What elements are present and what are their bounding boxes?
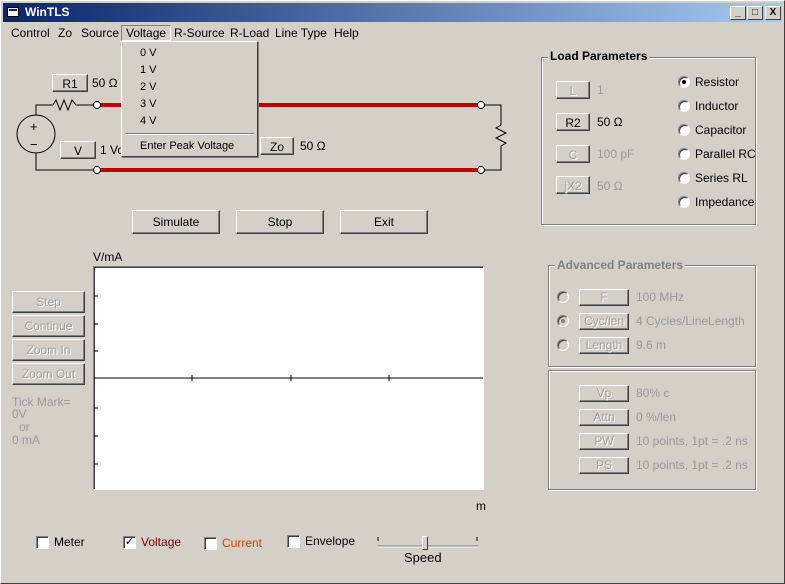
impedance-radio[interactable] bbox=[678, 196, 690, 208]
zoom-out-button[interactable]: Zoom Out bbox=[12, 363, 85, 385]
f-button[interactable]: F bbox=[579, 289, 629, 306]
speed-label: Speed bbox=[404, 550, 442, 565]
parallel-rc-radio[interactable] bbox=[678, 148, 690, 160]
plot-y-label: V/mA bbox=[93, 250, 123, 264]
r2-value: 50 Ω bbox=[597, 115, 623, 129]
series-rl-label[interactable]: Series RL bbox=[695, 171, 748, 185]
voltage-option-2v[interactable]: 2 V bbox=[140, 81, 157, 93]
step-button[interactable]: Step bbox=[12, 291, 85, 313]
plot-x-label: m bbox=[476, 499, 486, 513]
resistor-radio[interactable] bbox=[678, 76, 690, 88]
l-value: 1 bbox=[597, 83, 604, 97]
pw-button[interactable]: PW bbox=[579, 433, 629, 450]
zo-button[interactable]: Zo bbox=[260, 137, 294, 155]
attn-button[interactable]: Attn bbox=[579, 409, 629, 426]
l-button[interactable]: L bbox=[556, 81, 590, 99]
parallel-rc-label[interactable]: Parallel RC bbox=[695, 147, 756, 161]
terminal-bottom-right bbox=[477, 166, 485, 174]
f-radio[interactable] bbox=[557, 291, 569, 303]
tick-mark-or: or bbox=[19, 420, 30, 434]
attn-value: 0 %/len bbox=[636, 410, 677, 424]
speed-slider-thumb[interactable] bbox=[422, 536, 428, 550]
r1-value: 50 Ω bbox=[92, 76, 118, 90]
length-button[interactable]: Length bbox=[579, 337, 629, 354]
c-button[interactable]: C bbox=[556, 145, 590, 163]
terminal-top-left bbox=[93, 101, 101, 109]
pw-value: 10 points, 1pt = .2 ns bbox=[636, 434, 748, 448]
meter-checkbox[interactable] bbox=[36, 536, 49, 549]
series-rl-radio[interactable] bbox=[678, 172, 690, 184]
simulate-button[interactable]: Simulate bbox=[132, 210, 220, 234]
voltage-label[interactable]: Voltage bbox=[141, 535, 181, 549]
load-bottom-wire bbox=[485, 146, 502, 171]
voltage-checkbox[interactable]: ✓ bbox=[123, 536, 136, 549]
stop-button[interactable]: Stop bbox=[236, 210, 324, 234]
f-value: 100 MHz bbox=[636, 290, 685, 304]
length-radio[interactable] bbox=[557, 339, 569, 351]
plot-axes bbox=[94, 295, 483, 465]
envelope-checkbox[interactable] bbox=[287, 535, 300, 548]
r2-button[interactable]: R2 bbox=[556, 113, 590, 131]
source-plus-sign: + bbox=[30, 119, 38, 134]
terminal-bottom-left bbox=[93, 166, 101, 174]
jx2-value: 50 Ω bbox=[597, 179, 623, 193]
tick-mark-current: 0 mA bbox=[12, 433, 41, 447]
source-minus-sign: − bbox=[30, 137, 38, 152]
tick-mark-voltage: 0V bbox=[12, 407, 27, 421]
ps-button[interactable]: PS bbox=[579, 457, 629, 474]
voltage-option-3v[interactable]: 3 V bbox=[140, 98, 157, 110]
voltage-option-1v[interactable]: 1 V bbox=[140, 64, 157, 76]
waveform-plot[interactable] bbox=[93, 266, 484, 490]
voltage-option-4v[interactable]: 4 V bbox=[140, 115, 157, 127]
v-button[interactable]: V bbox=[60, 141, 96, 159]
vp-button[interactable]: Vp bbox=[579, 385, 629, 402]
load-resistor-symbol bbox=[494, 124, 508, 147]
exit-button[interactable]: Exit bbox=[340, 210, 428, 234]
load-top-wire bbox=[485, 104, 502, 125]
source-top-wire bbox=[35, 104, 53, 115]
meter-label[interactable]: Meter bbox=[54, 535, 85, 549]
load-parameters-title: Load Parameters bbox=[548, 49, 650, 63]
resistor-label[interactable]: Resistor bbox=[695, 75, 739, 89]
c-value: 100 pF bbox=[597, 147, 635, 161]
length-value: 9.6 m bbox=[636, 338, 667, 352]
zo-value: 50 Ω bbox=[300, 139, 326, 153]
advanced-parameters-title: Advanced Parameters bbox=[555, 258, 686, 272]
ps-value: 10 points, 1pt = .2 ns bbox=[636, 458, 748, 472]
main-window: WinTLS _ □ X Control Zo Source Voltage R… bbox=[0, 0, 785, 584]
menu-separator bbox=[125, 133, 254, 135]
voltage-dropdown-menu: 0 V 1 V 2 V 3 V 4 V Enter Peak Voltage bbox=[121, 41, 258, 157]
vp-value: 80% c bbox=[636, 386, 670, 400]
voltage-option-0v[interactable]: 0 V bbox=[140, 47, 157, 59]
current-checkbox[interactable] bbox=[204, 537, 217, 550]
terminal-top-right bbox=[477, 101, 485, 109]
r1-button[interactable]: R1 bbox=[52, 74, 88, 92]
cyc-len-value: 4 Cycles/LineLength bbox=[636, 314, 745, 328]
enter-peak-voltage-option[interactable]: Enter Peak Voltage bbox=[140, 140, 234, 152]
capacitor-label[interactable]: Capacitor bbox=[695, 123, 746, 137]
envelope-label[interactable]: Envelope bbox=[305, 534, 355, 548]
zoom-in-button[interactable]: Zoom In bbox=[12, 339, 85, 361]
jx2-button[interactable]: jX2 bbox=[556, 176, 590, 194]
cyc-len-button[interactable]: Cyc/len bbox=[579, 313, 629, 330]
continue-button[interactable]: Continue bbox=[12, 315, 85, 337]
current-label[interactable]: Current bbox=[222, 536, 262, 550]
cyc-len-radio[interactable] bbox=[557, 315, 569, 327]
source-resistor-symbol bbox=[52, 98, 97, 112]
inductor-label[interactable]: Inductor bbox=[695, 99, 738, 113]
capacitor-radio[interactable] bbox=[678, 124, 690, 136]
inductor-radio[interactable] bbox=[678, 100, 690, 112]
impedance-label[interactable]: Impedance bbox=[695, 195, 754, 209]
